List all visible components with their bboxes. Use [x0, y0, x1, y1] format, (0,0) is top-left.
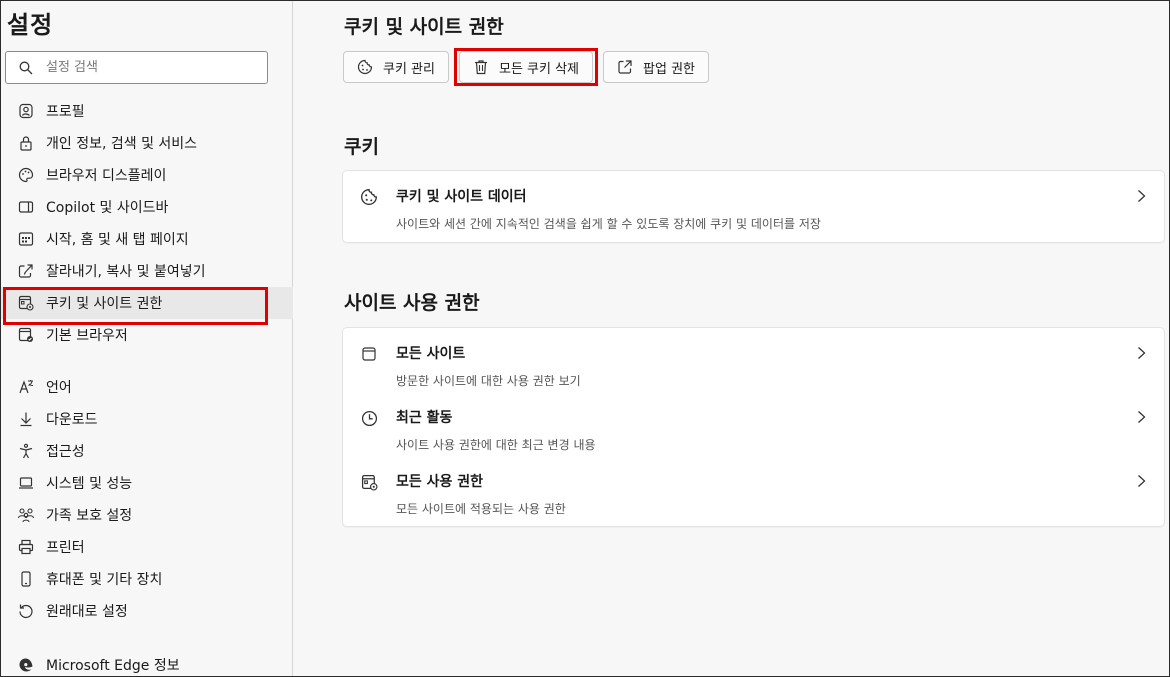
- site-permissions-section-title: 사이트 사용 권한: [344, 292, 480, 314]
- phone-icon: [17, 570, 35, 588]
- chevron-right-icon: [1137, 410, 1146, 424]
- manage-cookies-button[interactable]: 쿠키 관리: [343, 51, 449, 83]
- family-icon: [17, 506, 35, 524]
- cookies-section-title: 쿠키: [344, 136, 379, 158]
- recent-activity-row[interactable]: 최근 활동 사이트 사용 권한에 대한 최근 변경 내용: [343, 392, 1164, 456]
- sidebar-item-phone-devices[interactable]: 휴대폰 및 기타 장치: [1, 563, 293, 595]
- share-icon: [17, 262, 35, 280]
- sidebar-item-languages[interactable]: 언어: [1, 371, 293, 403]
- row-description: 모든 사이트에 적용되는 사용 권한: [396, 502, 566, 516]
- sidebar-item-appearance[interactable]: 브라우저 디스플레이: [1, 159, 293, 191]
- sidebar-item-profile[interactable]: 프로필: [1, 95, 293, 127]
- sidebar-item-privacy[interactable]: 개인 정보, 검색 및 서비스: [1, 127, 293, 159]
- clock-icon: [359, 408, 379, 428]
- site-permissions-icon: [359, 472, 379, 492]
- all-permissions-row[interactable]: 모든 사용 권한 모든 사이트에 적용되는 사용 권한: [343, 456, 1164, 520]
- toolbar: 쿠키 관리 모든 쿠키 삭제 팝업 권한: [343, 48, 709, 86]
- row-description: 사이트와 세션 간에 지속적인 검색을 쉽게 할 수 있도록 장치에 쿠키 및 …: [396, 217, 821, 231]
- sidebar-item-accessibility[interactable]: 접근성: [1, 435, 293, 467]
- download-icon: [17, 410, 35, 428]
- delete-all-cookies-label: 모든 쿠키 삭제: [498, 61, 580, 77]
- language-icon: [17, 378, 35, 396]
- row-title: 모든 사용 권한: [396, 474, 484, 490]
- site-permissions-icon: [17, 294, 35, 312]
- main-content: 쿠키 및 사이트 권한 쿠키 관리 모든 쿠키 삭제 팝업 권한 쿠키 쿠키 및…: [293, 1, 1169, 676]
- chevron-right-icon: [1137, 346, 1146, 360]
- sidebar-item-label: 휴대폰 및 기타 장치: [46, 572, 163, 588]
- row-title: 쿠키 및 사이트 데이터: [396, 189, 527, 205]
- delete-all-cookies-button[interactable]: 모든 쿠키 삭제: [453, 48, 599, 86]
- search-icon: [6, 61, 46, 75]
- chevron-right-icon: [1137, 189, 1146, 203]
- reset-icon: [17, 602, 35, 620]
- cookie-icon: [357, 59, 373, 75]
- sidebar-icon: [17, 198, 35, 216]
- palette-icon: [17, 166, 35, 184]
- cookies-site-data-row[interactable]: 쿠키 및 사이트 데이터 사이트와 세션 간에 지속적인 검색을 쉽게 할 수 …: [343, 171, 1164, 235]
- sidebar-item-label: 쿠키 및 사이트 권한: [46, 296, 163, 312]
- home-grid-icon: [17, 230, 35, 248]
- row-title: 모든 사이트: [396, 346, 466, 362]
- sidebar-item-label: 프로필: [46, 104, 85, 120]
- accessibility-icon: [17, 442, 35, 460]
- sidebar-item-label: 원래대로 설정: [46, 604, 128, 620]
- manage-cookies-label: 쿠키 관리: [383, 61, 435, 77]
- sidebar-item-label: 시스템 및 성능: [46, 476, 133, 492]
- sidebar-title: 설정: [7, 11, 54, 39]
- search-input[interactable]: [46, 60, 246, 75]
- sidebar-item-label: 언어: [46, 380, 72, 396]
- sidebar-item-label: Copilot 및 사이드바: [46, 200, 169, 216]
- settings-search[interactable]: [5, 51, 268, 84]
- sidebar-item-start-home[interactable]: 시작, 홈 및 새 탭 페이지: [1, 223, 293, 255]
- sidebar-item-about-edge[interactable]: Microsoft Edge 정보: [1, 649, 293, 677]
- edge-icon: [17, 656, 35, 674]
- sidebar-item-default-browser[interactable]: 기본 브라우저: [1, 319, 293, 351]
- cookies-card: 쿠키 및 사이트 데이터 사이트와 세션 간에 지속적인 검색을 쉽게 할 수 …: [343, 171, 1164, 242]
- window-icon: [359, 344, 379, 364]
- sidebar-item-system-performance[interactable]: 시스템 및 성능: [1, 467, 293, 499]
- row-title: 최근 활동: [396, 410, 453, 426]
- open-external-icon: [617, 59, 633, 75]
- cookie-icon: [359, 187, 379, 207]
- sidebar-item-label: 브라우저 디스플레이: [46, 168, 167, 184]
- profile-icon: [17, 102, 35, 120]
- sidebar: 설정 프로필 개인 정보, 검색 및 서비스 브라우저 디스플레이 Cop: [1, 1, 293, 676]
- sidebar-item-label: 접근성: [46, 444, 85, 460]
- sidebar-item-label: 잘라내기, 복사 및 붙여넣기: [46, 264, 206, 280]
- sidebar-item-label: 다운로드: [46, 412, 98, 428]
- sidebar-item-reset-settings[interactable]: 원래대로 설정: [1, 595, 293, 627]
- sidebar-item-family-safety[interactable]: 가족 보호 설정: [1, 499, 293, 531]
- chevron-right-icon: [1137, 474, 1146, 488]
- sidebar-item-cookies-site-permissions[interactable]: 쿠키 및 사이트 권한: [1, 287, 293, 325]
- settings-window: 설정 프로필 개인 정보, 검색 및 서비스 브라우저 디스플레이 Cop: [0, 0, 1170, 677]
- site-permissions-card: 모든 사이트 방문한 사이트에 대한 사용 권한 보기 최근 활동 사이트 사용…: [343, 328, 1164, 526]
- sidebar-item-downloads[interactable]: 다운로드: [1, 403, 293, 435]
- default-browser-icon: [17, 326, 35, 344]
- row-description: 방문한 사이트에 대한 사용 권한 보기: [396, 374, 581, 388]
- sidebar-item-printers[interactable]: 프린터: [1, 531, 293, 563]
- printer-icon: [17, 538, 35, 556]
- sidebar-item-share-copy-paste[interactable]: 잘라내기, 복사 및 붙여넣기: [1, 255, 293, 287]
- laptop-icon: [17, 474, 35, 492]
- lock-icon: [17, 134, 35, 152]
- sidebar-item-label: 기본 브라우저: [46, 328, 128, 344]
- popup-permissions-label: 팝업 권한: [643, 61, 695, 77]
- sidebar-item-label: 시작, 홈 및 새 탭 페이지: [46, 232, 189, 248]
- popup-permissions-button[interactable]: 팝업 권한: [603, 51, 709, 83]
- sidebar-item-copilot[interactable]: Copilot 및 사이드바: [1, 191, 293, 223]
- sidebar-item-label: 가족 보호 설정: [46, 508, 133, 524]
- sidebar-item-label: 개인 정보, 검색 및 서비스: [46, 136, 198, 152]
- trash-icon: [473, 59, 489, 75]
- sidebar-item-label: 프린터: [46, 540, 85, 556]
- sidebar-item-label: Microsoft Edge 정보: [46, 658, 180, 674]
- all-sites-row[interactable]: 모든 사이트 방문한 사이트에 대한 사용 권한 보기: [343, 328, 1164, 392]
- page-title: 쿠키 및 사이트 권한: [344, 16, 504, 38]
- sidebar-nav: 프로필 개인 정보, 검색 및 서비스 브라우저 디스플레이 Copilot 및…: [1, 95, 293, 677]
- row-description: 사이트 사용 권한에 대한 최근 변경 내용: [396, 438, 596, 452]
